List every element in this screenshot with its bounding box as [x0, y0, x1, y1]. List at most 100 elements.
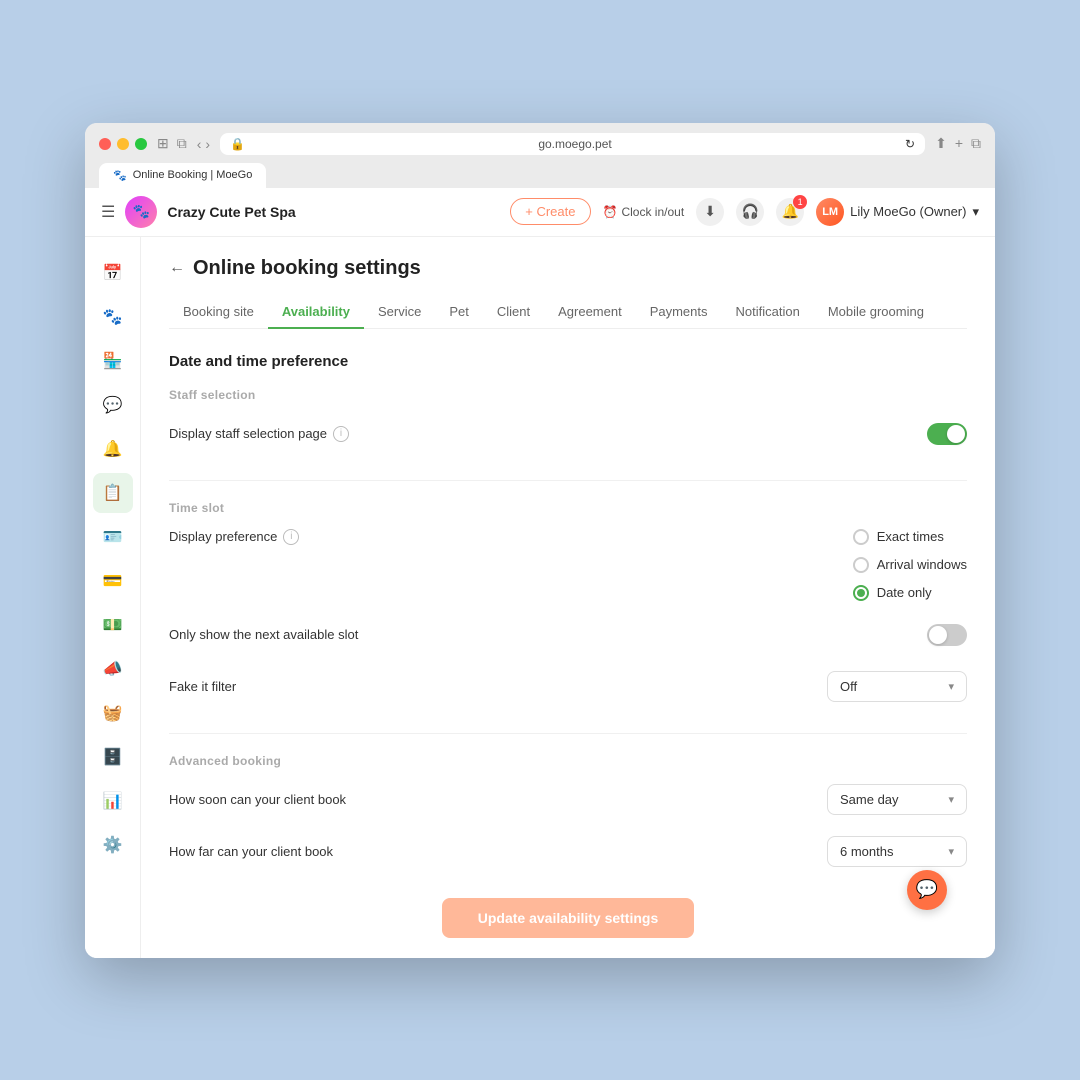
user-menu-arrow-icon: ▾ — [972, 204, 979, 220]
address-bar[interactable]: 🔒 go.moego.pet ↻ — [220, 133, 925, 155]
tab-notification[interactable]: Notification — [722, 296, 814, 329]
back-arrow-icon[interactable]: ← — [169, 259, 185, 277]
active-tab[interactable]: 🐾 Online Booking | MoeGo — [99, 163, 266, 188]
sidebar-item-chat[interactable]: 💬 — [93, 385, 133, 425]
lock-icon: 🔒 — [230, 137, 245, 151]
forward-nav-icon[interactable]: › — [205, 136, 210, 152]
advanced-booking-group-label: Advanced booking — [169, 754, 967, 768]
divider-2 — [169, 733, 967, 734]
sidebar-item-id-card[interactable]: 🪪 — [93, 517, 133, 557]
maximize-button[interactable] — [135, 138, 147, 150]
business-logo: 🐾 — [125, 196, 157, 228]
tabs-icon[interactable]: ⧉ — [971, 135, 981, 152]
sidebar-item-megaphone[interactable]: 📣 — [93, 649, 133, 689]
app-body: 📅 🐾 🏪 💬 🔔 📋 🪪 💳 💵 📣 🧺 🗄️ 📊 ⚙️ — [85, 237, 995, 958]
page-title-row: ← Online booking settings — [169, 257, 967, 280]
display-preference-info-icon[interactable]: i — [283, 529, 299, 545]
notification-badge: 1 — [793, 195, 807, 209]
display-staff-selection-toggle[interactable] — [927, 423, 967, 445]
nav-buttons[interactable]: ‹ › — [197, 136, 210, 152]
sidebar-item-bell[interactable]: 🔔 — [93, 429, 133, 469]
share-icon[interactable]: ⬆ — [935, 135, 947, 152]
next-available-row: Only show the next available slot — [169, 617, 967, 653]
clock-in-out-button[interactable]: ⏰ Clock in/out — [603, 205, 685, 219]
display-staff-info-icon[interactable]: i — [333, 426, 349, 442]
sidebar-item-store[interactable]: 🏪 — [93, 341, 133, 381]
advanced-booking-group: Advanced booking How soon can your clien… — [169, 754, 967, 870]
tab-mobile-grooming[interactable]: Mobile grooming — [814, 296, 938, 329]
app-header: ☰ 🐾 Crazy Cute Pet Spa + Create ⏰ Clock … — [85, 188, 995, 237]
time-slot-group-label: Time slot — [169, 501, 967, 515]
display-staff-selection-row: Display staff selection page i — [169, 416, 967, 452]
close-button[interactable] — [99, 138, 111, 150]
tab-title: Online Booking | MoeGo — [133, 169, 253, 181]
sidebar-item-dollar[interactable]: 💵 — [93, 605, 133, 645]
fake-it-filter-dropdown[interactable]: Off ▾ — [827, 671, 967, 702]
tab-icon[interactable]: ⧉ — [177, 135, 187, 152]
download-icon-btn[interactable]: ⬇ — [696, 198, 724, 226]
user-menu[interactable]: LM Lily MoeGo (Owner) ▾ — [816, 198, 979, 226]
reload-icon[interactable]: ↻ — [905, 137, 915, 151]
radio-btn-date-only[interactable] — [853, 585, 869, 601]
display-preference-label: Display preference i — [169, 529, 299, 545]
page-title: Online booking settings — [193, 257, 421, 280]
tab-service[interactable]: Service — [364, 296, 435, 329]
how-soon-dropdown-arrow-icon: ▾ — [948, 793, 954, 806]
how-far-row: How far can your client book 6 months ▾ — [169, 834, 967, 870]
update-btn-row: Update availability settings — [169, 898, 967, 938]
sidebar-item-calendar[interactable]: 📅 — [93, 253, 133, 293]
main-content: ← Online booking settings Booking site A… — [141, 237, 995, 958]
fake-it-filter-label: Fake it filter — [169, 679, 236, 694]
sidebar-toggle-icon[interactable]: ⊞ — [157, 135, 169, 152]
fake-it-filter-row: Fake it filter Off ▾ — [169, 669, 967, 705]
how-soon-label: How soon can your client book — [169, 792, 346, 807]
sidebar-item-chart[interactable]: 📊 — [93, 781, 133, 821]
time-slot-group: Time slot Display preference i Exact tim… — [169, 501, 967, 705]
how-soon-dropdown[interactable]: Same day ▾ — [827, 784, 967, 815]
minimize-button[interactable] — [117, 138, 129, 150]
headset-icon-btn[interactable]: 🎧 — [736, 198, 764, 226]
sidebar: 📅 🐾 🏪 💬 🔔 📋 🪪 💳 💵 📣 🧺 🗄️ 📊 ⚙️ — [85, 237, 141, 958]
radio-date-only[interactable]: Date only — [853, 585, 967, 601]
display-preference-row: Display preference i Exact times — [169, 529, 967, 601]
radio-exact-times[interactable]: Exact times — [853, 529, 967, 545]
user-avatar: LM — [816, 198, 844, 226]
new-tab-icon[interactable]: + — [955, 135, 963, 152]
how-far-label: How far can your client book — [169, 844, 333, 859]
section-title: Date and time preference — [169, 353, 967, 370]
display-staff-selection-label: Display staff selection page i — [169, 426, 349, 442]
chat-bubble-button[interactable]: 💬 — [907, 870, 947, 910]
content-wrapper: ← Online booking settings Booking site A… — [169, 257, 967, 938]
tab-payments[interactable]: Payments — [636, 296, 722, 329]
browser-actions: ⬆ + ⧉ — [935, 135, 981, 152]
back-nav-icon[interactable]: ‹ — [197, 136, 202, 152]
radio-arrival-windows[interactable]: Arrival windows — [853, 557, 967, 573]
tab-client[interactable]: Client — [483, 296, 544, 329]
browser-tab-bar: 🐾 Online Booking | MoeGo — [99, 163, 981, 188]
sidebar-item-booking[interactable]: 📋 — [93, 473, 133, 513]
sidebar-item-settings[interactable]: ⚙️ — [93, 825, 133, 865]
menu-icon[interactable]: ☰ — [101, 202, 115, 222]
tab-favicon: 🐾 — [113, 169, 127, 182]
sidebar-item-laundry[interactable]: 🧺 — [93, 693, 133, 733]
radio-btn-exact-times[interactable] — [853, 529, 869, 545]
header-left: ☰ 🐾 Crazy Cute Pet Spa — [101, 196, 296, 228]
sidebar-item-pets[interactable]: 🐾 — [93, 297, 133, 337]
url-text[interactable]: go.moego.pet — [251, 137, 899, 151]
next-available-toggle[interactable] — [927, 624, 967, 646]
tab-pet[interactable]: Pet — [435, 296, 483, 329]
how-far-dropdown[interactable]: 6 months ▾ — [827, 836, 967, 867]
tab-booking-site[interactable]: Booking site — [169, 296, 268, 329]
tab-agreement[interactable]: Agreement — [544, 296, 636, 329]
update-availability-button[interactable]: Update availability settings — [442, 898, 695, 938]
browser-icons: ⊞ ⧉ — [157, 135, 187, 152]
radio-label-exact-times: Exact times — [877, 529, 944, 544]
traffic-lights[interactable] — [99, 138, 147, 150]
staff-selection-group: Staff selection Display staff selection … — [169, 388, 967, 452]
sidebar-item-card[interactable]: 💳 — [93, 561, 133, 601]
notification-bell-btn[interactable]: 🔔 1 — [776, 198, 804, 226]
sidebar-item-archive[interactable]: 🗄️ — [93, 737, 133, 777]
radio-btn-arrival-windows[interactable] — [853, 557, 869, 573]
create-button[interactable]: + Create — [510, 198, 590, 225]
tab-availability[interactable]: Availability — [268, 296, 364, 329]
